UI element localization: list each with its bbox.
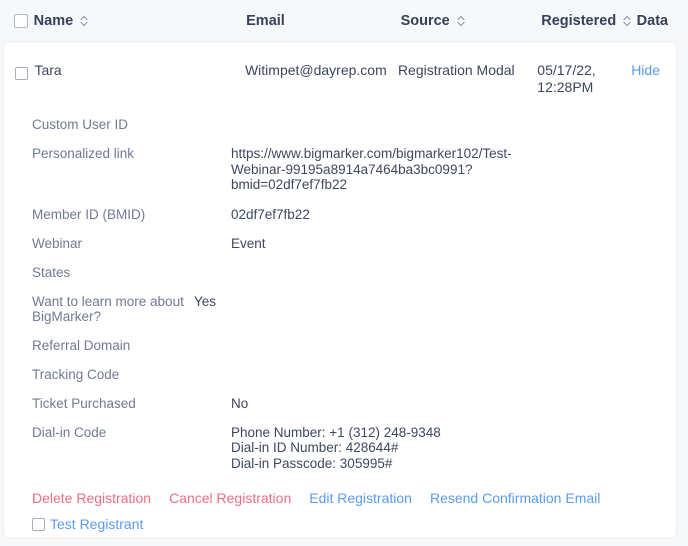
detail-label: Custom User ID: [32, 117, 129, 132]
test-registrant-checkbox[interactable]: [32, 517, 45, 531]
cell-registered: 05/17/22, 12:28PM: [537, 62, 596, 95]
table-header-row: Name Email Source Registered Data: [0, 0, 688, 41]
detail-label: Ticket Purchased: [32, 395, 136, 411]
test-registrant-row: Test Registrant: [4, 506, 676, 532]
table-row[interactable]: Tara Witimpet@dayrep.com Registration Mo…: [4, 42, 676, 96]
detail-value: Phone Number: +1 (312) 248-9348 Dial-in …: [231, 424, 441, 471]
detail-field-ticket-purchased: Ticket Purchased No: [4, 396, 676, 411]
detail-label: Referral Domain: [32, 337, 131, 353]
cancel-registration-link[interactable]: Cancel Registration: [169, 490, 291, 506]
column-header-email-label: Email: [246, 12, 285, 29]
sort-chevron-icon[interactable]: [80, 15, 88, 27]
select-all-checkbox[interactable]: [14, 13, 28, 28]
detail-field-custom-user-id: Custom User ID: [4, 117, 676, 132]
resend-confirmation-email-link[interactable]: Resend Confirmation Email: [430, 490, 600, 506]
detail-field-dial-in-code: Dial-in Code Phone Number: +1 (312) 248-…: [4, 425, 676, 472]
detail-label: Member ID (BMID): [32, 206, 146, 222]
registrant-detail-card: Tara Witimpet@dayrep.com Registration Mo…: [3, 41, 677, 539]
detail-value: No: [231, 395, 249, 411]
detail-field-member-id: Member ID (BMID) 02df7ef7fb22: [4, 207, 676, 222]
test-registrant-label[interactable]: Test Registrant: [50, 516, 143, 532]
column-header-source[interactable]: Source: [401, 13, 542, 29]
row-select-cell: [4, 62, 34, 81]
column-header-data-label: Data: [636, 12, 669, 29]
column-header-email: Email: [246, 13, 400, 29]
detail-value: https://www.bigmarker.com/bigmarker102/T…: [231, 146, 512, 192]
column-header-source-label: Source: [400, 12, 450, 29]
column-header-name-label: Name: [33, 12, 74, 29]
detail-value: Yes: [194, 293, 217, 309]
cell-email: Witimpet@dayrep.com: [244, 62, 387, 78]
select-all-header-cell: [0, 13, 34, 28]
detail-field-personalized-link: Personalized link https://www.bigmarker.…: [4, 146, 676, 193]
column-header-data: Data: [637, 13, 676, 29]
detail-field-referral-domain: Referral Domain: [4, 338, 676, 353]
registrants-table-page: Name Email Source Registered Data Tara W…: [0, 0, 688, 546]
detail-value: 02df7ef7fb22: [231, 206, 310, 222]
detail-label: Tracking Code: [32, 366, 120, 382]
detail-label: Webinar: [32, 235, 83, 251]
detail-label: Dial-in Code: [32, 424, 107, 440]
sort-chevron-icon[interactable]: [623, 15, 631, 27]
delete-registration-link[interactable]: Delete Registration: [32, 490, 151, 506]
row-select-checkbox[interactable]: [15, 66, 28, 80]
edit-registration-link[interactable]: Edit Registration: [309, 490, 412, 506]
detail-value: Event: [231, 235, 266, 251]
registration-action-bar: Delete Registration Cancel Registration …: [4, 487, 676, 506]
detail-field-learn-more: Want to learn more about BigMarker? Yes: [4, 294, 676, 324]
detail-field-webinar: Webinar Event: [4, 236, 676, 251]
detail-field-tracking-code: Tracking Code: [4, 367, 676, 382]
cell-data-actions: Hide: [617, 62, 676, 79]
hide-link[interactable]: Hide: [631, 62, 660, 78]
registrant-detail-fields: Custom User ID Personalized link https:/…: [4, 96, 676, 471]
column-header-registered[interactable]: Registered: [541, 13, 636, 29]
detail-label: States: [32, 264, 71, 280]
detail-field-states: States: [4, 265, 676, 280]
cell-source: Registration Modal: [397, 62, 515, 78]
detail-label: Personalized link: [32, 146, 135, 161]
column-header-name[interactable]: Name: [34, 13, 246, 29]
sort-chevron-icon[interactable]: [457, 15, 465, 27]
cell-name: Tara: [34, 62, 62, 78]
detail-label: Want to learn more about BigMarker?: [32, 293, 184, 324]
column-header-registered-label: Registered: [541, 12, 617, 29]
